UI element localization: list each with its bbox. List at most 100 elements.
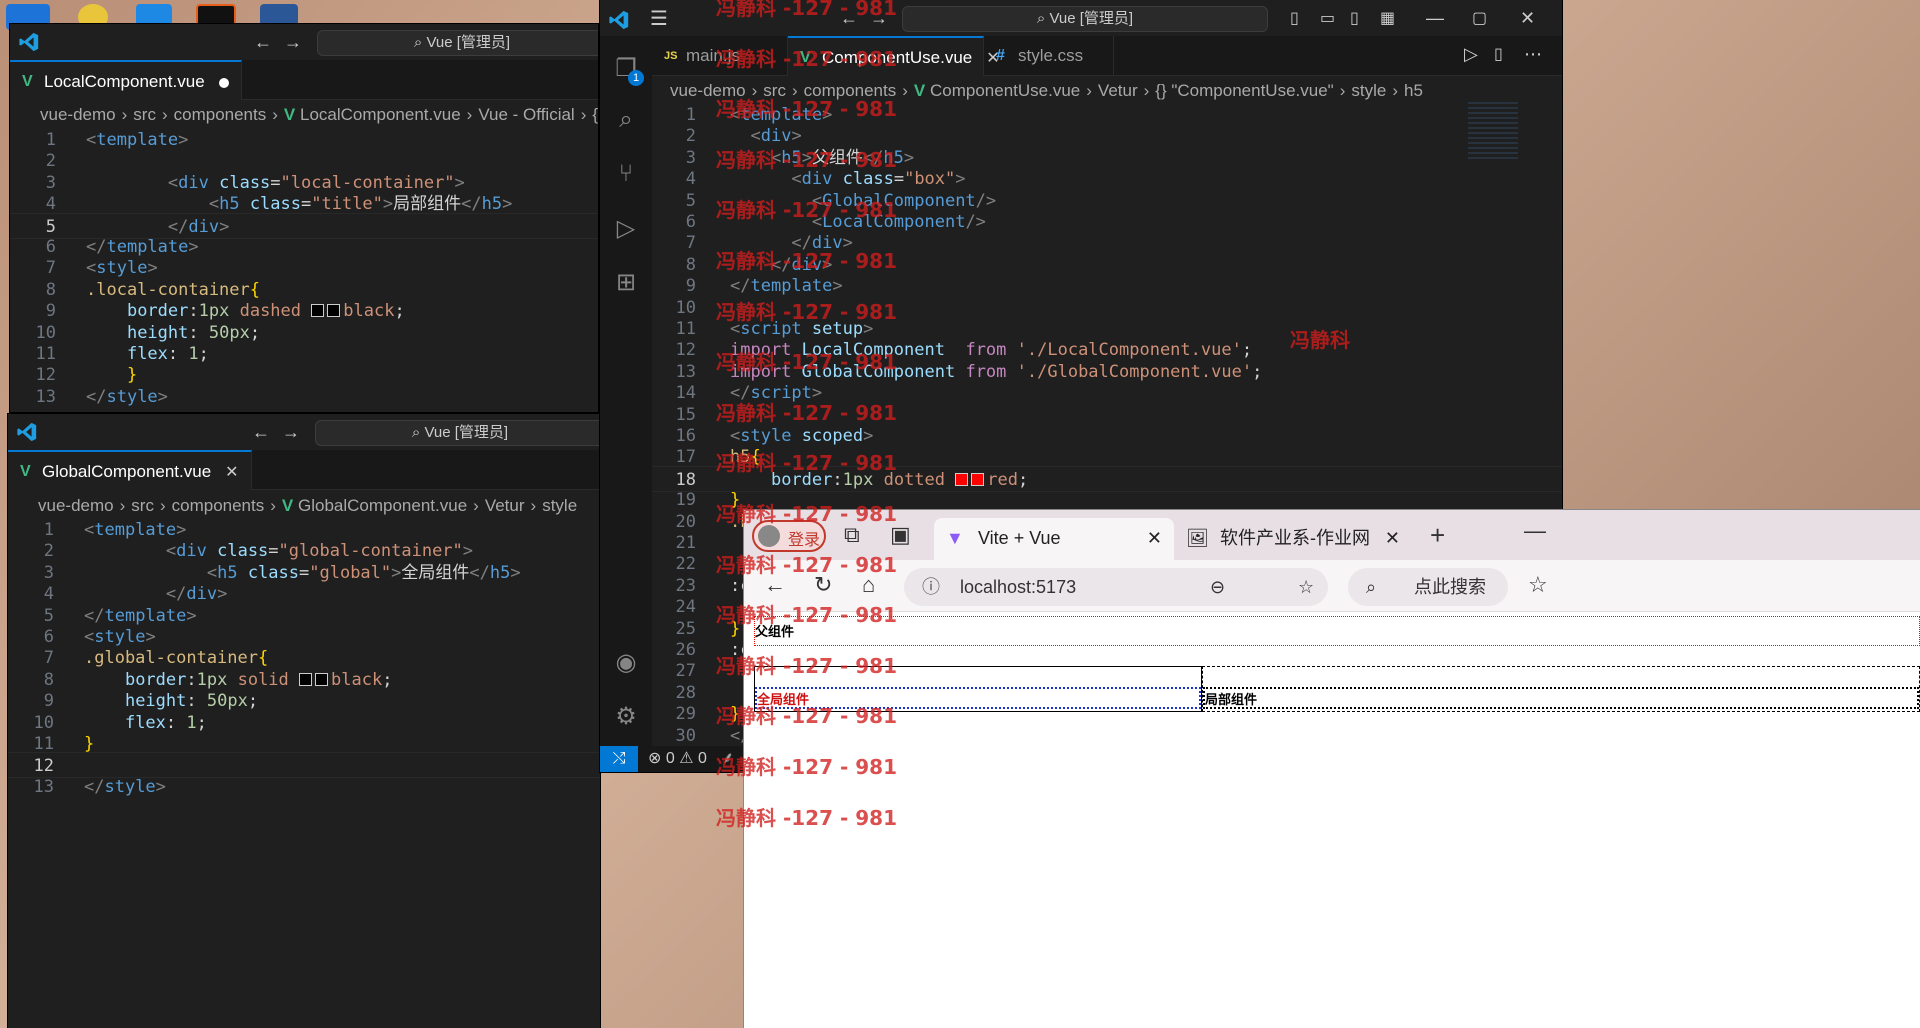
- code-token: scoped: [801, 426, 864, 446]
- close-tab-icon[interactable]: ✕: [1147, 518, 1162, 558]
- code-token: .global-container: [84, 648, 258, 669]
- code-token: <: [208, 194, 220, 215]
- color-swatch-icon[interactable]: [327, 304, 341, 318]
- breadcrumb-item[interactable]: components: [172, 496, 265, 515]
- zoom-out-icon[interactable]: ⊖: [1210, 568, 1225, 606]
- close-window-icon[interactable]: ✕: [1520, 8, 1535, 29]
- code-token: black: [331, 669, 383, 690]
- command-center-search[interactable]: ⌕ Vue [管理员]: [317, 30, 598, 56]
- minimize-icon[interactable]: —: [1524, 518, 1546, 544]
- browser-tab-zuoye[interactable]: 🖼 软件产业系-作业网 ✕: [1176, 518, 1416, 560]
- code-token: </: [461, 194, 482, 215]
- breadcrumb-item[interactable]: ComponentUse.vue: [930, 81, 1080, 100]
- minimize-icon[interactable]: —: [1426, 8, 1444, 29]
- breadcrumb-item[interactable]: Vetur: [485, 496, 525, 515]
- code-token: './GlobalComponent.vue': [1016, 361, 1253, 382]
- tab-label: style.css: [1018, 46, 1084, 65]
- search-box[interactable]: ⌕ 点此搜索: [1348, 568, 1508, 606]
- close-tab-icon[interactable]: ✕: [225, 464, 238, 481]
- code-token: />: [975, 190, 997, 211]
- code-token: >: [863, 426, 874, 446]
- watermark-text: 冯静科 -127 - 981: [716, 653, 897, 678]
- color-swatch-icon[interactable]: [971, 472, 985, 486]
- toggle-panel-icon[interactable]: ▭: [1320, 8, 1335, 28]
- vue-file-icon: V: [283, 105, 300, 124]
- code-token: >: [155, 776, 166, 797]
- breadcrumb-item[interactable]: vue-demo: [38, 496, 114, 515]
- run-debug-icon[interactable]: ▷: [613, 214, 639, 242]
- breadcrumb-separator-icon: ›: [580, 105, 587, 124]
- code-token: =: [299, 562, 310, 583]
- breadcrumb-item[interactable]: src: [133, 105, 156, 124]
- breadcrumb-item[interactable]: {} template: [592, 105, 598, 124]
- breadcrumb-item[interactable]: Vue - Official: [478, 105, 574, 124]
- code-editor-global[interactable]: 1 <template> 2 <div class="global-containe…: [8, 517, 600, 917]
- vscode-logo-icon: [19, 32, 39, 52]
- command-center-label: Vue [管理员]: [426, 34, 511, 51]
- command-center-search[interactable]: ⌕ Vue [管理员]: [315, 420, 600, 446]
- toggle-secondary-sidebar-icon[interactable]: ▯: [1350, 8, 1359, 28]
- back-arrow-icon[interactable]: ←: [254, 32, 272, 53]
- code-token: style: [96, 258, 148, 279]
- account-icon[interactable]: ◉: [613, 648, 639, 676]
- code-token: >: [955, 169, 966, 190]
- breadcrumb-item[interactable]: GlobalComponent.vue: [298, 496, 467, 515]
- breadcrumb-item[interactable]: {} "ComponentUse.vue": [1155, 81, 1333, 100]
- breadcrumb-separator-icon: ›: [272, 105, 278, 124]
- address-bar[interactable]: ⓘ localhost:5173 ⊖ ☆: [904, 568, 1328, 606]
- code-editor-local[interactable]: 1 <template> 2 3 <div class="local-containe…: [10, 127, 598, 412]
- search-icon: ⌕: [411, 424, 425, 441]
- close-tab-icon[interactable]: ✕: [1385, 518, 1400, 558]
- settings-gear-icon[interactable]: ⚙: [613, 702, 639, 730]
- code-token: >: [510, 562, 521, 583]
- vite-logo-icon: ▼: [946, 528, 964, 548]
- color-swatch-icon[interactable]: [315, 672, 329, 686]
- tab-localcomponent[interactable]: V LocalComponent.vue: [10, 60, 242, 100]
- unsaved-dot-icon[interactable]: [218, 77, 229, 88]
- breadcrumb-item[interactable]: src: [131, 496, 154, 515]
- code-line[interactable]: 13 </style>: [8, 774, 600, 800]
- color-swatch-icon[interactable]: [311, 304, 325, 318]
- favorites-icon[interactable]: ☆: [1528, 572, 1548, 598]
- toggle-sidebar-icon[interactable]: ▯: [1290, 8, 1299, 28]
- code-token: <: [86, 130, 97, 150]
- browser-tab-vite-vue[interactable]: ▼ Vite + Vue ✕: [934, 518, 1174, 560]
- remote-indicator[interactable]: ⤭: [600, 746, 638, 772]
- forward-arrow-icon[interactable]: →: [282, 422, 300, 443]
- breadcrumb-item[interactable]: Vetur: [1098, 81, 1138, 100]
- back-arrow-icon[interactable]: ←: [252, 422, 270, 443]
- new-tab-icon[interactable]: +: [1430, 520, 1445, 551]
- maximize-icon[interactable]: ▢: [1472, 8, 1487, 28]
- command-center-search[interactable]: ⌕ Vue [管理员]: [902, 6, 1268, 32]
- breadcrumb-item[interactable]: h5: [1404, 81, 1423, 100]
- code-token: >: [147, 258, 158, 279]
- tab-globalcomponent[interactable]: V GlobalComponent.vue ✕: [8, 450, 252, 490]
- menu-icon[interactable]: ☰: [650, 6, 668, 31]
- breadcrumb-item[interactable]: components: [174, 105, 267, 124]
- breadcrumb-item[interactable]: style: [1351, 81, 1386, 100]
- breadcrumb-separator-icon: ›: [902, 81, 908, 100]
- source-control-icon[interactable]: ⑂: [613, 160, 639, 187]
- code-token: flex: [124, 712, 166, 733]
- breadcrumb-item[interactable]: LocalComponent.vue: [300, 105, 461, 124]
- problems-indicator[interactable]: ⊗ 0 ⚠ 0: [648, 746, 707, 772]
- page-content: 父组件 全局组件 局部组件: [744, 612, 1920, 1028]
- search-icon[interactable]: ⌕: [613, 106, 639, 133]
- run-icon[interactable]: ▷: [1464, 44, 1478, 65]
- forward-arrow-icon[interactable]: →: [284, 32, 302, 53]
- css-file-icon: #: [996, 47, 1005, 64]
- code-line[interactable]: 13 </style>: [10, 384, 598, 410]
- split-editor-icon[interactable]: ▯: [1494, 44, 1503, 64]
- breadcrumb-item[interactable]: style: [542, 496, 577, 515]
- local-container: 局部组件: [1202, 666, 1920, 712]
- favorite-star-icon[interactable]: ☆: [1298, 568, 1314, 606]
- more-actions-icon[interactable]: ⋯: [1524, 44, 1542, 65]
- tab-style-css[interactable]: # style.css: [984, 36, 1114, 76]
- extensions-icon[interactable]: ⊞: [613, 268, 639, 296]
- breadcrumb-item[interactable]: vue-demo: [40, 105, 116, 124]
- color-swatch-icon[interactable]: [299, 672, 313, 686]
- color-swatch-icon[interactable]: [955, 472, 969, 486]
- customize-layout-icon[interactable]: ▦: [1380, 8, 1395, 28]
